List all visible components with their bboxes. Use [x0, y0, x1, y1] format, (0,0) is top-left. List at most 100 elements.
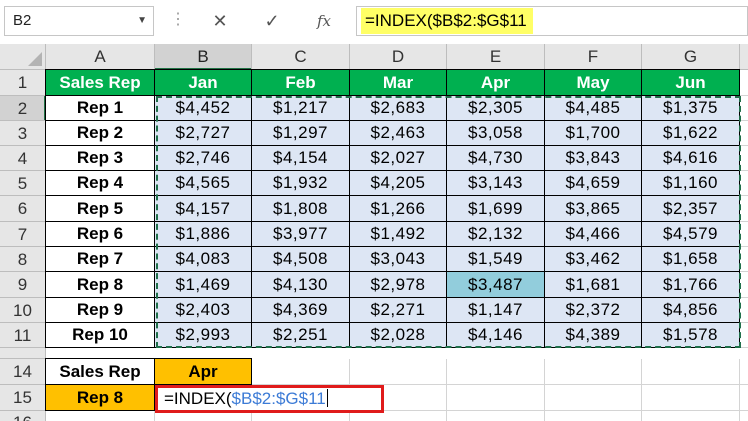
table-cell[interactable]: $2,271 [349, 297, 447, 323]
row-header-16[interactable]: 16 [0, 411, 46, 421]
table-cell[interactable]: $4,565 [154, 170, 252, 196]
header-sales-rep[interactable]: Sales Rep [45, 69, 155, 96]
rep-name-cell[interactable]: Rep 10 [45, 322, 155, 348]
table-cell[interactable]: $1,932 [251, 170, 350, 196]
table-cell[interactable]: $2,305 [446, 95, 545, 121]
row-header-8[interactable]: 8 [0, 247, 46, 272]
row-header-11[interactable]: 11 [0, 323, 46, 348]
grid-cell[interactable] [740, 96, 748, 121]
header-month-feb[interactable]: Feb [251, 69, 350, 96]
rep-name-cell[interactable]: Rep 2 [45, 120, 155, 146]
table-cell[interactable]: $1,266 [349, 195, 447, 222]
grid-cell[interactable] [545, 359, 642, 385]
cell-edit-box[interactable]: =INDEX($B$2:$G$11 [155, 385, 384, 413]
table-cell[interactable]: $2,251 [251, 322, 350, 348]
table-cell[interactable]: $2,683 [349, 95, 447, 121]
table-cell[interactable]: $3,462 [544, 246, 642, 272]
table-cell[interactable]: $1,699 [446, 195, 545, 222]
table-cell[interactable]: $3,143 [446, 170, 545, 196]
row-header-5[interactable]: 5 [0, 171, 46, 196]
table-cell[interactable]: $1,469 [154, 271, 252, 298]
table-cell[interactable]: $4,157 [154, 195, 252, 222]
lookup-label-header[interactable]: Sales Rep [45, 358, 155, 385]
table-cell[interactable]: $4,579 [641, 221, 740, 247]
table-cell[interactable]: $4,452 [154, 95, 252, 121]
table-cell[interactable]: $2,027 [349, 145, 447, 171]
cancel-icon[interactable]: ✕ [206, 8, 234, 34]
row-header-2[interactable]: 2 [0, 96, 46, 121]
grid-cell[interactable] [740, 247, 748, 272]
column-header-g[interactable]: G [642, 44, 740, 70]
table-cell[interactable]: $1,622 [641, 120, 740, 146]
table-cell[interactable]: $1,297 [251, 120, 350, 146]
table-cell[interactable]: $4,083 [154, 246, 252, 272]
table-cell[interactable]: $4,485 [544, 95, 642, 121]
rep-name-cell[interactable]: Rep 5 [45, 195, 155, 222]
table-cell[interactable]: $2,357 [641, 195, 740, 222]
table-cell[interactable]: $4,730 [446, 145, 545, 171]
table-cell[interactable]: $1,549 [446, 246, 545, 272]
table-cell[interactable]: $4,369 [251, 297, 350, 323]
table-cell[interactable]: $4,389 [544, 322, 642, 348]
table-cell[interactable]: $3,058 [446, 120, 545, 146]
table-cell[interactable]: $2,978 [349, 271, 447, 298]
table-cell[interactable]: $1,492 [349, 221, 447, 247]
table-cell[interactable]: $3,043 [349, 246, 447, 272]
grid-cell[interactable] [740, 171, 748, 196]
grid-cell[interactable] [447, 359, 545, 385]
rep-name-cell[interactable]: Rep 4 [45, 170, 155, 196]
grid-cell[interactable] [545, 385, 642, 411]
table-cell[interactable]: $4,130 [251, 271, 350, 298]
select-all-corner[interactable] [0, 44, 46, 70]
grid-cell[interactable] [642, 411, 740, 421]
row-header-3[interactable]: 3 [0, 121, 46, 146]
column-header-d[interactable]: D [350, 44, 447, 70]
formula-input[interactable]: =INDEX($B$2:$G$11 [356, 6, 748, 36]
table-cell[interactable]: $2,403 [154, 297, 252, 323]
table-cell[interactable]: $1,658 [641, 246, 740, 272]
grid-cell[interactable] [46, 411, 155, 421]
rep-name-cell[interactable]: Rep 7 [45, 246, 155, 272]
table-cell[interactable]: $4,466 [544, 221, 642, 247]
column-header-a[interactable]: A [46, 44, 155, 70]
header-month-apr[interactable]: Apr [446, 69, 545, 96]
table-cell[interactable]: $2,746 [154, 145, 252, 171]
table-cell[interactable]: $1,578 [641, 322, 740, 348]
rep-name-cell[interactable]: Rep 3 [45, 145, 155, 171]
table-cell[interactable]: $1,886 [154, 221, 252, 247]
grid-cell[interactable] [740, 70, 748, 96]
matched-value-cell[interactable]: $3,487 [446, 271, 545, 298]
table-cell[interactable]: $2,372 [544, 297, 642, 323]
table-cell[interactable]: $2,132 [446, 221, 545, 247]
rep-name-cell[interactable]: Rep 9 [45, 297, 155, 323]
column-header-b[interactable]: B [155, 44, 252, 70]
name-box-dropdown-icon[interactable]: ▼ [137, 7, 147, 35]
header-month-mar[interactable]: Mar [349, 69, 447, 96]
grid-cell[interactable] [740, 146, 748, 171]
table-cell[interactable]: $4,856 [641, 297, 740, 323]
column-header-f[interactable]: F [545, 44, 642, 70]
rep-name-cell[interactable]: Rep 8 [45, 271, 155, 298]
grid-cell[interactable] [740, 323, 748, 348]
lookup-rep-cell[interactable]: Rep 8 [45, 384, 155, 411]
lookup-month-cell[interactable]: Apr [154, 358, 252, 385]
enter-check-icon[interactable]: ✓ [258, 8, 286, 34]
table-cell[interactable]: $3,865 [544, 195, 642, 222]
table-cell[interactable]: $2,463 [349, 120, 447, 146]
column-header-e[interactable]: E [447, 44, 545, 70]
table-cell[interactable]: $1,766 [641, 271, 740, 298]
header-month-jan[interactable]: Jan [154, 69, 252, 96]
table-cell[interactable]: $4,616 [641, 145, 740, 171]
grid-cell[interactable] [350, 359, 447, 385]
table-cell[interactable]: $4,659 [544, 170, 642, 196]
table-cell[interactable]: $3,843 [544, 145, 642, 171]
grid-cell[interactable] [740, 222, 748, 247]
grid-cell[interactable] [740, 359, 748, 385]
grid-cell[interactable] [642, 359, 740, 385]
row-header-7[interactable]: 7 [0, 222, 46, 247]
grid-cell[interactable] [740, 196, 748, 222]
table-cell[interactable]: $4,205 [349, 170, 447, 196]
grid-cell[interactable] [740, 411, 748, 421]
grid-cell[interactable] [740, 385, 748, 411]
grid-cell[interactable] [252, 359, 350, 385]
